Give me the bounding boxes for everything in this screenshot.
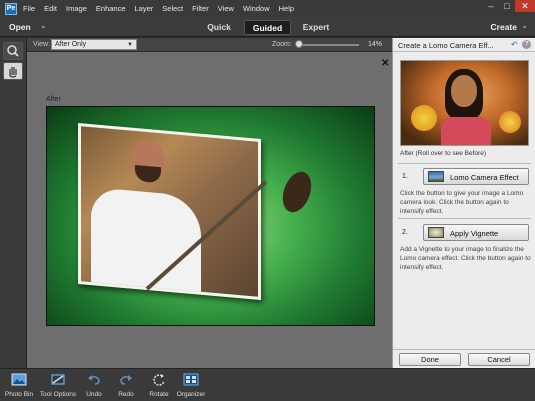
redo-button[interactable]: Redo xyxy=(115,373,137,398)
image-canvas: ✕ After xyxy=(27,52,392,368)
vignette-thumb-icon xyxy=(428,227,444,238)
menu-bar: Pe File Edit Image Enhance Layer Select … xyxy=(0,0,535,17)
step-button-label: Lomo Camera Effect xyxy=(450,173,519,182)
zoom-label: Zoom: xyxy=(272,41,292,48)
step-number: 1. xyxy=(402,173,408,180)
close-icon[interactable]: ✕ xyxy=(381,58,389,69)
bottom-bar-label: Photo Bin xyxy=(4,391,34,398)
menu-filter[interactable]: Filter xyxy=(192,4,209,13)
organizer-button[interactable]: Organizer xyxy=(176,373,206,398)
step-number: 2. xyxy=(402,229,408,236)
tool-options-icon xyxy=(51,374,65,385)
chevron-down-icon: ▼ xyxy=(127,42,133,48)
help-icon[interactable]: ? xyxy=(522,40,531,49)
maximize-icon[interactable]: □ xyxy=(499,0,515,12)
menu-layer[interactable]: Layer xyxy=(135,4,154,13)
redo-icon xyxy=(120,375,132,385)
menu-image[interactable]: Image xyxy=(66,4,87,13)
minimize-icon[interactable]: – xyxy=(483,0,499,12)
app-logo-icon: Pe xyxy=(5,2,17,15)
reset-icon[interactable]: ↶ xyxy=(511,40,518,49)
view-label: View: xyxy=(33,41,50,48)
undo-icon xyxy=(88,375,100,385)
zoom-value: 14% xyxy=(368,41,383,48)
hand-tool-button[interactable] xyxy=(3,62,23,80)
after-label: After xyxy=(46,96,61,103)
menu-enhance[interactable]: Enhance xyxy=(96,4,126,13)
window-controls: – □ ✕ xyxy=(483,0,535,12)
menu-view[interactable]: View xyxy=(218,4,234,13)
tab-expert[interactable]: Expert xyxy=(296,20,336,35)
edited-photo xyxy=(46,106,375,326)
open-button[interactable]: Open xyxy=(9,22,31,32)
tab-quick[interactable]: Quick xyxy=(200,20,238,35)
view-select[interactable]: After Only ▼ xyxy=(51,39,137,50)
bottom-bar-label: Organizer xyxy=(176,391,206,398)
bottom-bar-label: Redo xyxy=(118,391,134,398)
rotate-icon xyxy=(153,374,165,386)
landscape-thumb-icon xyxy=(428,171,444,182)
photo-bin-button[interactable]: Photo Bin xyxy=(4,373,34,398)
menu-help[interactable]: Help xyxy=(279,4,294,13)
tab-guided[interactable]: Guided xyxy=(244,20,291,35)
cancel-button[interactable]: Cancel xyxy=(468,353,530,366)
bottom-bar: Photo Bin Tool Options Undo Redo Rotate xyxy=(0,368,535,401)
step-description: Click the button to give your image a Lo… xyxy=(400,190,524,215)
open-chevron-icon[interactable]: ⌄ xyxy=(40,21,47,30)
organizer-icon xyxy=(183,373,199,386)
before-after-preview[interactable] xyxy=(400,60,529,146)
lomo-camera-effect-button[interactable]: Lomo Camera Effect xyxy=(423,168,529,185)
preview-flower xyxy=(499,111,521,133)
pizza-peel-blade xyxy=(277,167,317,217)
panel-title: Create a Lomo Camera Eff... xyxy=(398,41,494,50)
preview-shirt xyxy=(441,117,491,145)
apply-vignette-button[interactable]: Apply Vignette xyxy=(423,224,529,241)
menu-select[interactable]: Select xyxy=(162,4,183,13)
bottom-bar-label: Tool Options xyxy=(39,391,77,398)
divider xyxy=(398,218,531,219)
photo-bin-icon xyxy=(11,373,27,386)
rotate-button[interactable]: Rotate xyxy=(146,373,172,398)
menu-file[interactable]: File xyxy=(23,4,35,13)
chef-jacket xyxy=(91,187,201,301)
bottom-bar-label: Undo xyxy=(86,391,102,398)
undo-button[interactable]: Undo xyxy=(83,373,105,398)
close-window-icon[interactable]: ✕ xyxy=(515,0,535,12)
chef-beard xyxy=(135,164,161,184)
magnifier-icon xyxy=(7,45,19,57)
panel-header: Create a Lomo Camera Eff... ↶ ? xyxy=(393,38,535,52)
preview-flower xyxy=(411,105,437,131)
preview-face xyxy=(451,75,477,107)
create-chevron-icon[interactable]: ⌄ xyxy=(521,21,528,30)
preview-caption: After (Roll over to see Before) xyxy=(400,150,486,157)
create-button[interactable]: Create xyxy=(491,22,517,32)
menu-window[interactable]: Window xyxy=(243,4,270,13)
mode-toolbar: Open ⌄ Quick Guided Expert Create ⌄ xyxy=(0,17,535,37)
bottom-bar-label: Rotate xyxy=(149,391,169,398)
panel-footer: Done Cancel xyxy=(393,349,535,368)
done-button[interactable]: Done xyxy=(399,353,461,366)
view-select-value: After Only xyxy=(55,41,87,48)
menu-edit[interactable]: Edit xyxy=(44,4,57,13)
tool-options-button[interactable]: Tool Options xyxy=(38,373,78,398)
tool-strip xyxy=(0,38,27,368)
zoom-slider-thumb[interactable] xyxy=(295,40,303,48)
options-bar: View: After Only ▼ Zoom: 14% xyxy=(27,38,392,52)
step-button-label: Apply Vignette xyxy=(450,229,499,238)
guided-panel: Create a Lomo Camera Eff... ↶ ? After (R… xyxy=(392,38,535,368)
step-description: Add a Vignette to your image to finalize… xyxy=(400,246,531,271)
zoom-tool-button[interactable] xyxy=(3,42,23,60)
zoom-slider-track[interactable] xyxy=(297,44,359,46)
hand-icon xyxy=(9,67,17,78)
divider xyxy=(398,163,531,164)
